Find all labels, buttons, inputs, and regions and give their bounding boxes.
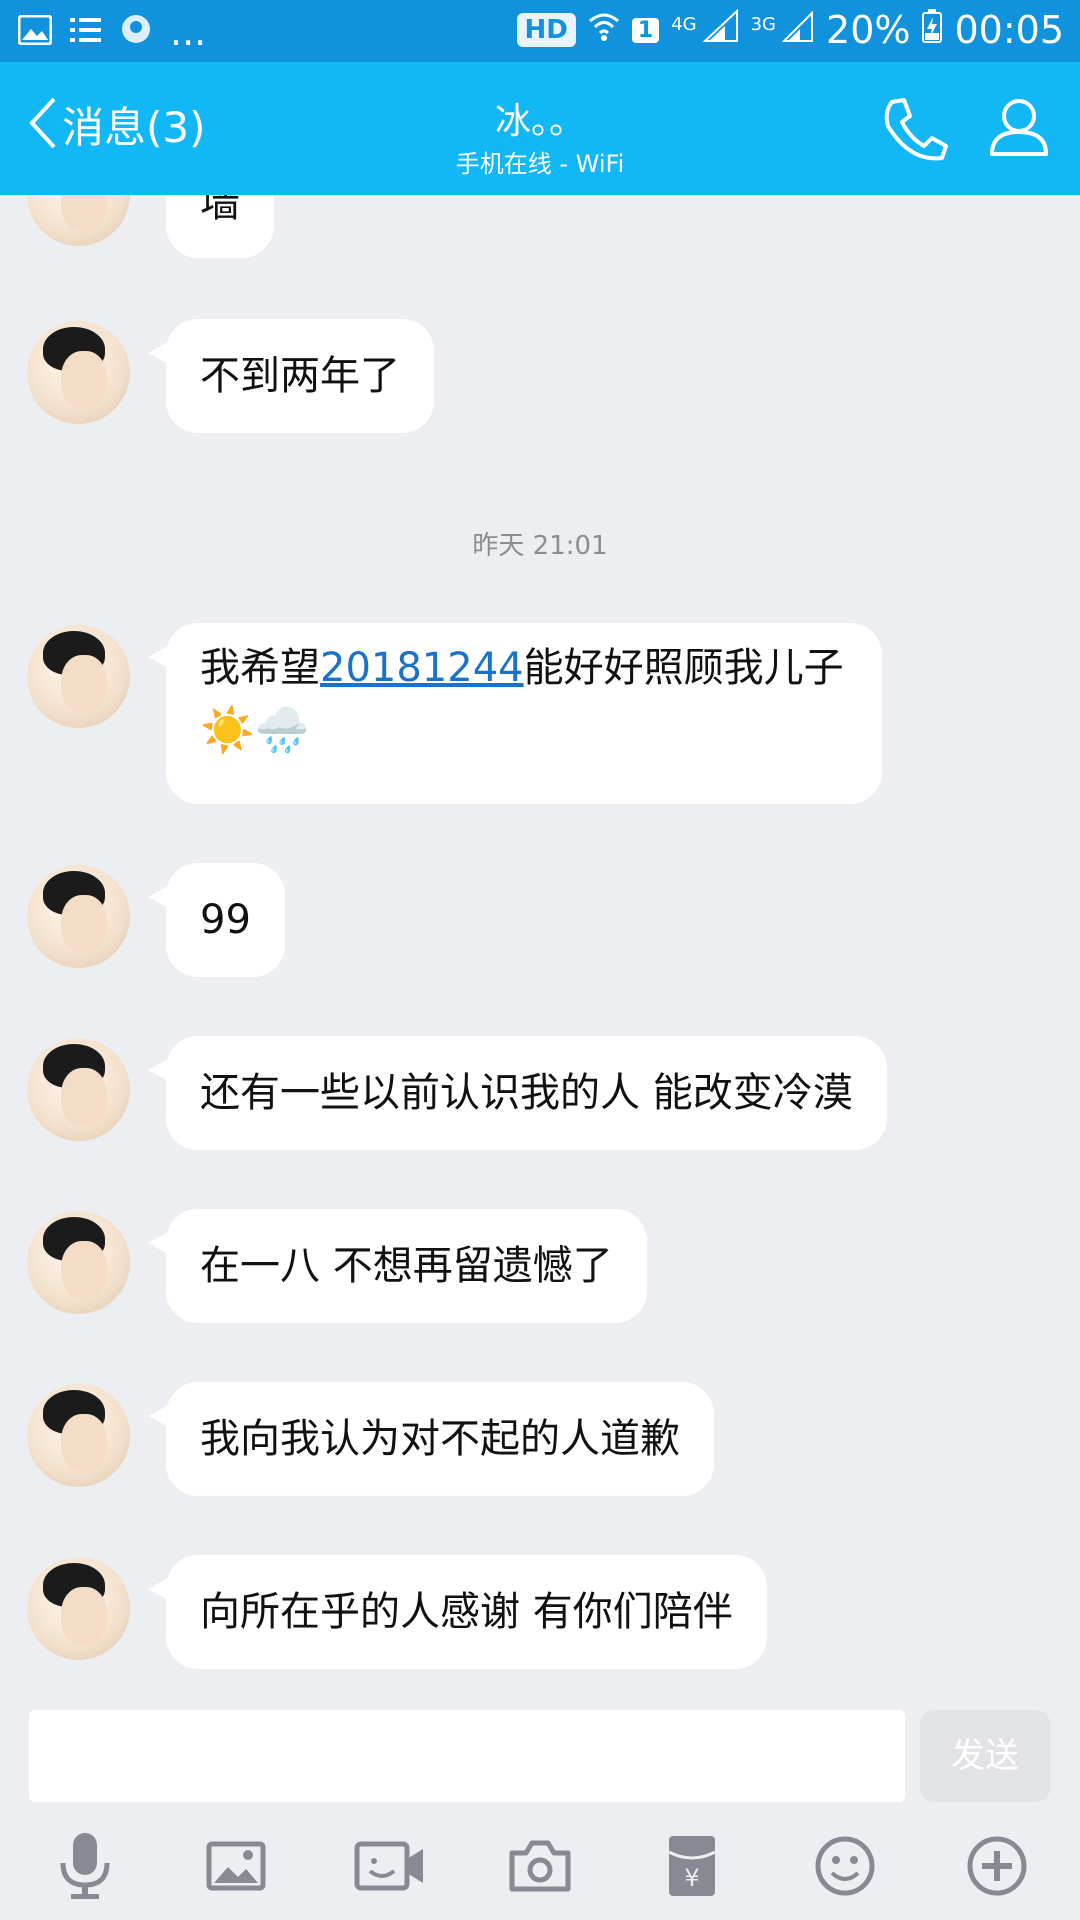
message-text: 99 — [200, 897, 251, 943]
weather-emoji: ☀️🌧️ — [200, 705, 310, 756]
profile-button[interactable] — [988, 96, 1050, 162]
voice-button[interactable] — [45, 1826, 125, 1906]
message-bubble[interactable]: 99 — [148, 863, 285, 977]
send-button[interactable]: 发送 — [920, 1710, 1050, 1802]
user-icon — [990, 99, 1048, 156]
number-link[interactable]: 20181244 — [320, 645, 524, 691]
avatar[interactable] — [27, 1557, 130, 1660]
message-bubble[interactable]: 还有一些以前认识我的人 能改变冷漠 — [148, 1036, 887, 1150]
image-button[interactable] — [196, 1826, 276, 1906]
status-bar: ... HD 1 4G 3G 20% 00:05 — [0, 0, 1080, 62]
avatar[interactable] — [27, 1211, 130, 1314]
battery-percent: 20% — [826, 8, 911, 52]
more-notifications: ... — [170, 10, 207, 54]
app-notification-icon — [120, 10, 152, 54]
message-text: 在一八 不想再留遗憾了 — [200, 1243, 613, 1289]
message-bubble[interactable]: 不到两年了 — [148, 319, 434, 433]
signal-3g-icon — [781, 8, 814, 52]
image-icon — [206, 1841, 266, 1891]
avatar[interactable] — [27, 865, 130, 968]
input-toolbar: ¥ — [0, 1826, 1080, 1906]
emoji-button[interactable] — [805, 1826, 885, 1906]
sim-badge: 1 — [631, 17, 660, 43]
message-text: 还有一些以前认识我的人 能改变冷漠 — [200, 1070, 853, 1116]
more-options-button[interactable] — [957, 1826, 1037, 1906]
message-text: 墙 — [200, 195, 240, 226]
emoji-icon — [815, 1836, 875, 1896]
camera-icon — [509, 1840, 571, 1892]
avatar[interactable] — [27, 1038, 130, 1141]
chat-header: 消息(3) 冰。。 手机在线 - WiFi — [0, 62, 1080, 195]
signal-4g-icon — [702, 8, 739, 52]
clock: 00:05 — [954, 8, 1064, 52]
message-bubble[interactable]: 我向我认为对不起的人道歉 — [148, 1382, 714, 1496]
message-bubble[interactable]: 向所在乎的人感谢 有你们陪伴 — [148, 1555, 767, 1669]
network-4g-label: 4G — [671, 14, 697, 35]
input-bar: 发送 ¥ — [0, 1703, 1080, 1920]
camera-button[interactable] — [500, 1826, 580, 1906]
message-input[interactable] — [29, 1710, 905, 1802]
chat-message-list[interactable]: 墙 不到两年了 昨天 21:01 我希望20181244能好好照顾我儿子 ☀️🌧… — [0, 195, 1080, 1703]
wifi-icon — [588, 8, 620, 52]
list-notification-icon — [70, 10, 102, 54]
battery-charging-icon — [922, 8, 943, 52]
phone-call-button[interactable] — [880, 96, 950, 166]
plus-icon — [967, 1836, 1027, 1896]
red-packet-icon: ¥ — [668, 1836, 716, 1896]
svg-text:¥: ¥ — [684, 1864, 699, 1892]
avatar[interactable] — [27, 321, 130, 424]
microphone-icon — [60, 1833, 110, 1899]
network-3g-label: 3G — [750, 14, 777, 35]
hd-badge: HD — [516, 13, 576, 47]
message-text: 向所在乎的人感谢 有你们陪伴 — [200, 1589, 733, 1635]
message-text: 我向我认为对不起的人道歉 — [200, 1416, 680, 1462]
video-call-icon — [354, 1841, 423, 1891]
message-timestamp: 昨天 21:01 — [472, 531, 608, 561]
avatar[interactable] — [27, 625, 130, 728]
video-call-button[interactable] — [350, 1826, 430, 1906]
gallery-notification-icon — [17, 10, 53, 54]
avatar[interactable] — [27, 195, 130, 246]
message-text: 我希望20181244能好好照顾我儿子 — [200, 645, 844, 691]
phone-icon — [884, 98, 948, 161]
message-text: 不到两年了 — [200, 353, 400, 399]
message-bubble[interactable]: 在一八 不想再留遗憾了 — [148, 1209, 647, 1323]
message-bubble[interactable]: 墙 — [166, 195, 274, 258]
red-packet-button[interactable]: ¥ — [652, 1826, 732, 1906]
avatar[interactable] — [27, 1384, 130, 1487]
message-bubble[interactable]: 我希望20181244能好好照顾我儿子 ☀️🌧️ — [148, 623, 882, 804]
